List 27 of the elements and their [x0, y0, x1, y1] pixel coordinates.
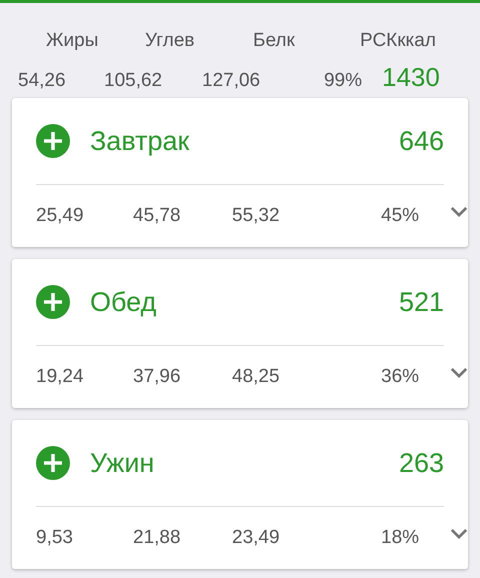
- meal-value: 21,88: [133, 527, 182, 549]
- meal-calories: 263: [398, 448, 444, 478]
- total-value: 127,06: [202, 70, 262, 92]
- meal-value: 37,96: [133, 366, 182, 388]
- meal-value: 45,78: [133, 205, 182, 227]
- meal-value: 9,53: [36, 527, 74, 549]
- meal-value: 48,25: [232, 366, 281, 388]
- meal-title[interactable]: Ужин: [90, 448, 399, 478]
- meal-value: 55,32: [232, 205, 281, 227]
- meal-calories: 646: [398, 126, 444, 156]
- column-label: Жиры: [46, 30, 100, 53]
- meal-title[interactable]: Обед: [90, 286, 399, 318]
- meal-title[interactable]: Завтрак: [90, 126, 399, 156]
- meal-value: 19,24: [36, 366, 85, 388]
- total-calories: 1430: [382, 62, 441, 93]
- total-value: 105,62: [104, 70, 164, 92]
- total-value: 54,26: [18, 70, 67, 92]
- total-value: 99%: [322, 70, 362, 92]
- column-label: РСКккал: [360, 30, 437, 53]
- column-label: Углев: [145, 30, 196, 53]
- meal-value: 18%: [381, 527, 420, 549]
- meal-value: 36%: [381, 366, 420, 388]
- meal-calories: 521: [398, 286, 444, 318]
- column-label: Белк: [253, 30, 296, 53]
- meal-value: 23,49: [232, 527, 281, 549]
- meal-value: 25,49: [36, 205, 85, 227]
- meal-value: 45%: [381, 205, 420, 227]
